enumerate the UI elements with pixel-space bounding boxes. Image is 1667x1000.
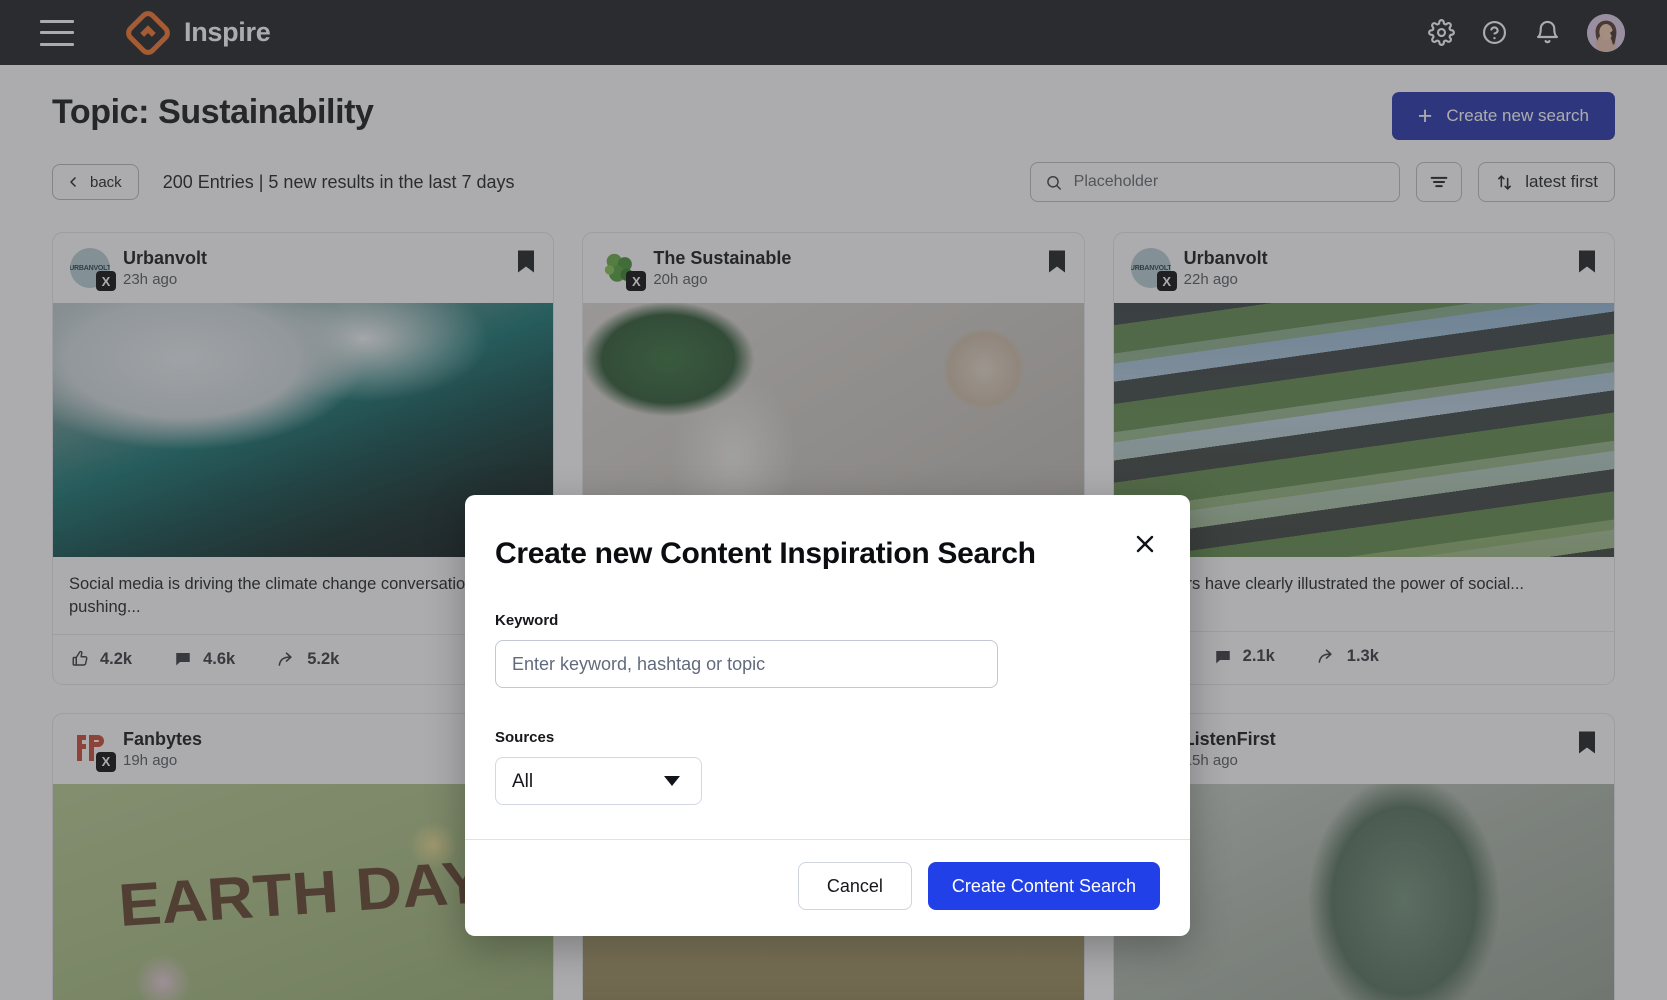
sources-select-wrap: All: [495, 757, 702, 805]
create-search-modal: Create new Content Inspiration Search Ke…: [465, 495, 1190, 936]
modal-title: Create new Content Inspiration Search: [495, 537, 1036, 570]
keyword-label: Keyword: [495, 612, 559, 629]
close-icon[interactable]: [1130, 529, 1160, 559]
modal-footer: Cancel Create Content Search: [465, 839, 1190, 936]
close-x-icon: [1136, 535, 1154, 553]
app-root: Inspire Topic: Sustainability + Create n…: [0, 0, 1667, 1000]
sources-label: Sources: [495, 729, 555, 746]
cancel-button[interactable]: Cancel: [797, 862, 912, 910]
sources-select[interactable]: All: [495, 757, 702, 805]
modal-body: Create new Content Inspiration Search Ke…: [465, 495, 1190, 839]
keyword-input[interactable]: [495, 640, 998, 688]
create-content-search-button[interactable]: Create Content Search: [927, 862, 1160, 910]
